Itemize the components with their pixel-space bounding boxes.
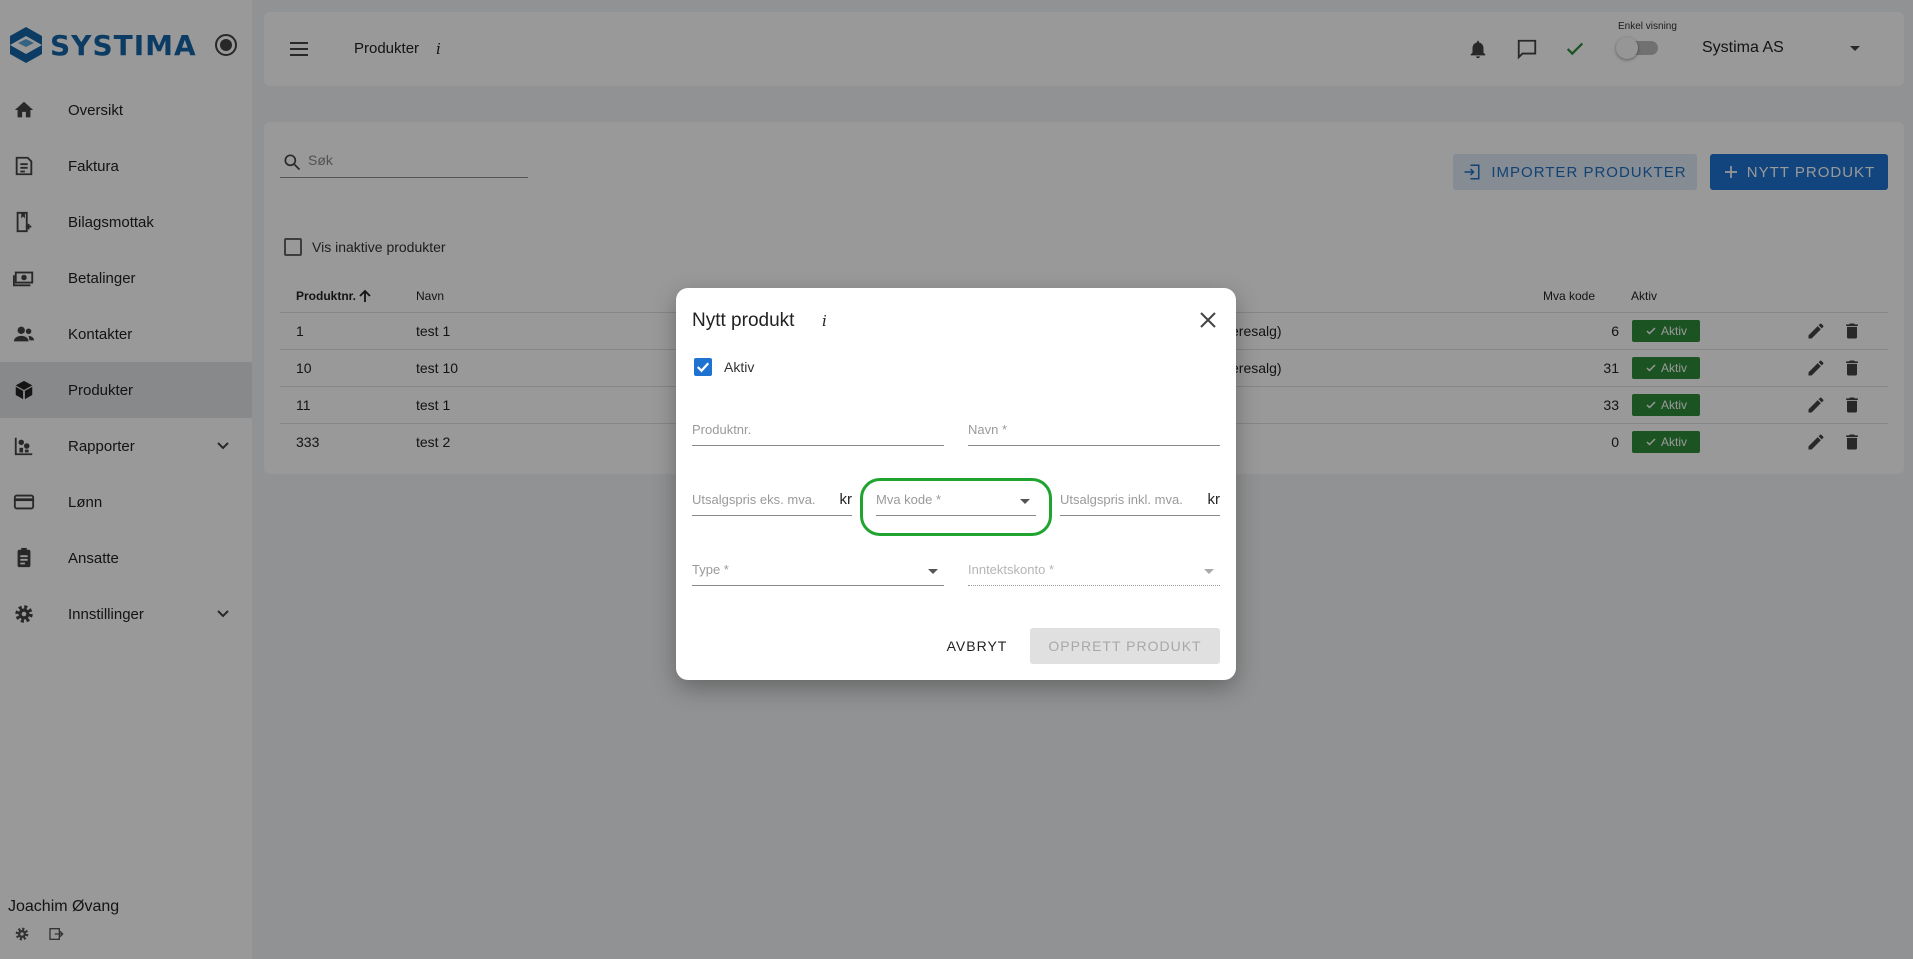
inntektskonto-label: Inntektskonto * [968,562,1054,577]
inntektskonto-select: Inntektskonto * [968,556,1220,586]
navn-field[interactable]: Navn * [968,416,1220,446]
navn-label: Navn * [968,422,1008,437]
mva-kode-highlight-outline [860,478,1052,536]
price-incl-vat-field[interactable]: Utsalgspris inkl. mva. kr [1060,486,1220,516]
currency-suffix: kr [839,491,853,508]
chevron-down-icon [928,569,938,574]
info-icon[interactable]: i [822,312,827,330]
chevron-down-icon [1204,569,1214,574]
dialog-title: Nytt produkt [692,310,795,331]
type-select[interactable]: Type * [692,556,944,586]
aktiv-checkbox[interactable] [694,358,712,376]
aktiv-label: Aktiv [724,359,755,375]
new-product-dialog: Nytt produkt i Aktiv Produktnr. Navn * U… [676,288,1236,680]
check-icon [696,362,710,373]
price-incl-vat-label: Utsalgspris inkl. mva. [1060,492,1183,507]
produktnr-field[interactable]: Produktnr. [692,416,944,446]
produktnr-label: Produktnr. [692,422,752,437]
type-label: Type * [692,562,729,577]
currency-suffix: kr [1207,491,1221,508]
price-excl-vat-field[interactable]: Utsalgspris eks. mva. kr [692,486,852,516]
create-product-button[interactable]: OPPRETT PRODUKT [1030,628,1220,664]
close-icon[interactable] [1196,308,1220,332]
cancel-button[interactable]: AVBRYT [924,628,1030,664]
price-excl-vat-label: Utsalgspris eks. mva. [692,492,816,507]
